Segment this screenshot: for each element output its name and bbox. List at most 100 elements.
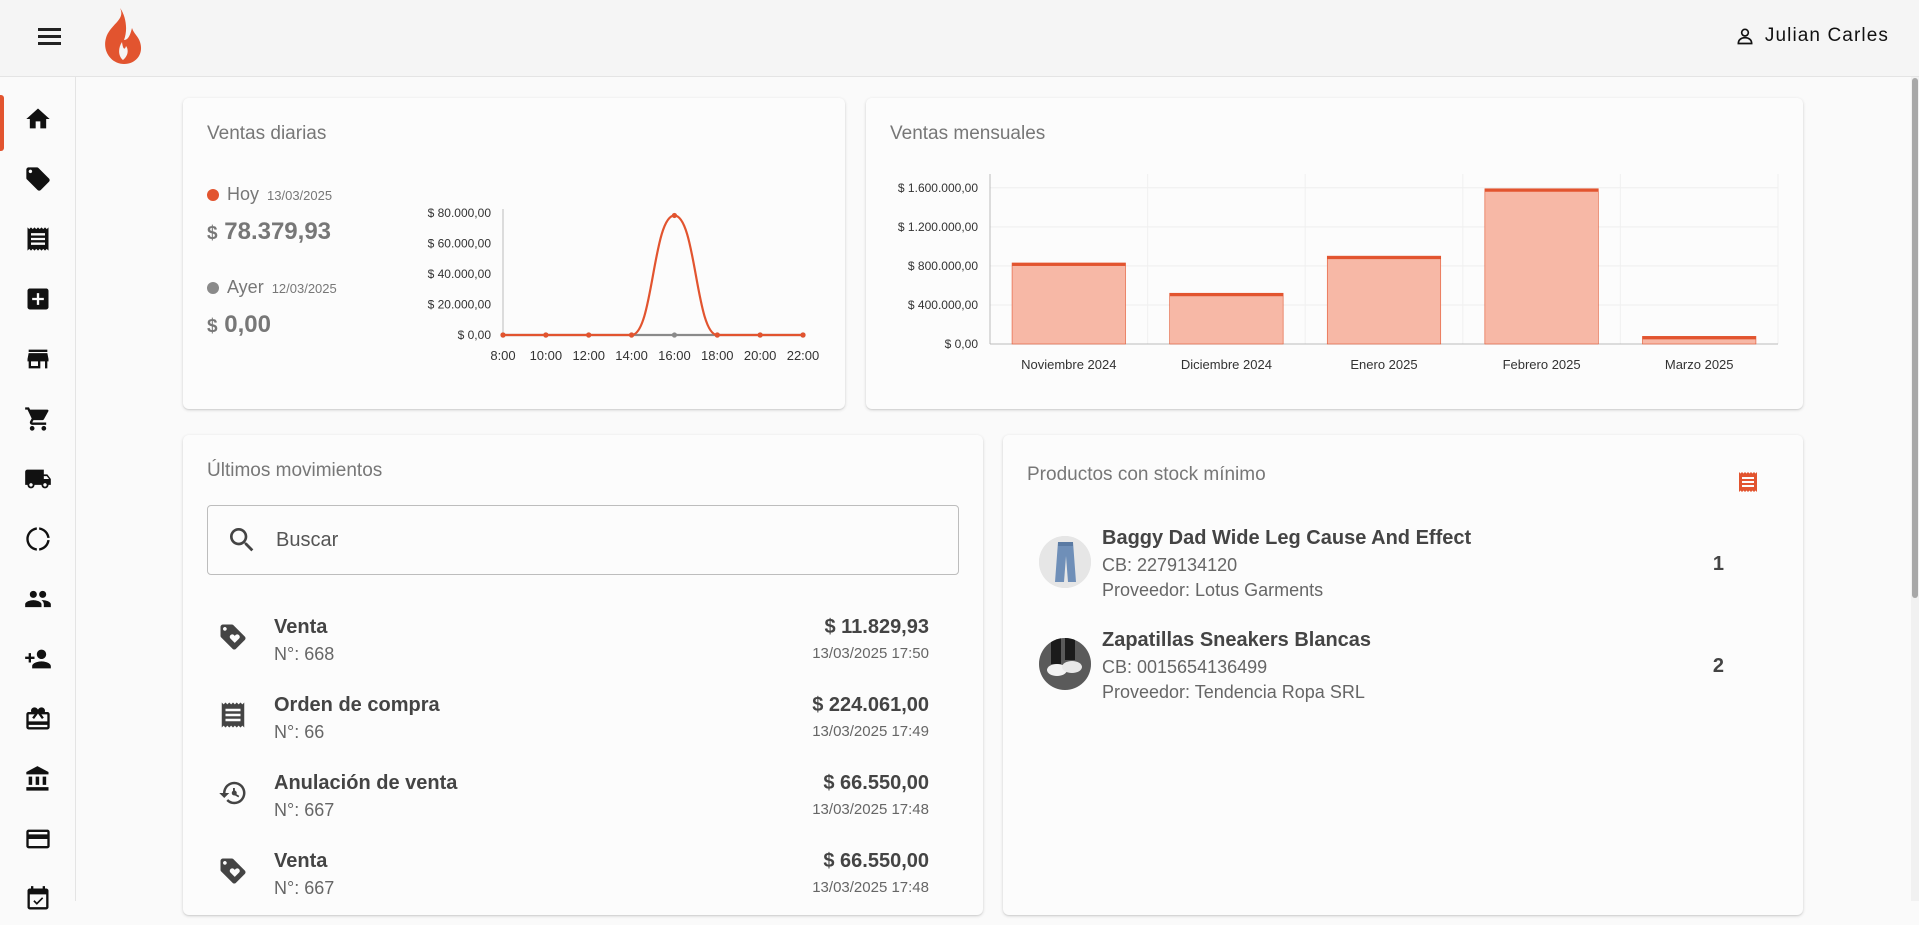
x-tick-label: Enero 2025 [1350, 357, 1417, 372]
nav-calendar[interactable] [0, 873, 76, 925]
movement-type: Anulación de venta [274, 772, 458, 794]
person-icon [1737, 28, 1753, 45]
data-point-ayer [671, 332, 678, 338]
bar-top-edge [1327, 256, 1441, 260]
flame-logo[interactable] [96, 6, 146, 68]
nav-add-user[interactable] [0, 633, 76, 685]
series-line-hoy [503, 214, 803, 337]
user-name: Julian Carles [1764, 25, 1889, 46]
product-name: Baggy Dad Wide Leg Cause And Effect [1102, 527, 1472, 549]
bar [1326, 255, 1442, 345]
movement-amount: $ 66.550,00 [823, 772, 929, 794]
product-row[interactable]: Zapatillas Sneakers Blancas CB: 00156541… [1027, 629, 1779, 729]
x-tick-label: 12:00 [572, 348, 605, 363]
x-tick-label: 18:00 [701, 348, 734, 363]
nav-store[interactable] [0, 333, 76, 385]
product-supplier: Proveedor: Lotus Garments [1102, 580, 1324, 600]
search-input[interactable] [276, 528, 876, 552]
giftcard-icon [26, 707, 50, 730]
nav-sales[interactable] [0, 153, 76, 205]
nav-payments[interactable] [0, 813, 76, 865]
report-icon[interactable] [1736, 470, 1760, 494]
product-supplier: Proveedor: Tendencia Ropa SRL [1102, 682, 1365, 702]
x-tick-label: 20:00 [744, 348, 777, 363]
x-tick-label: Diciembre 2024 [1181, 357, 1272, 372]
y-tick-label: $ 80.000,00 [428, 206, 492, 220]
truck-icon [25, 469, 51, 489]
movement-row[interactable]: Venta N°: 668 $ 11.829,93 13/03/2025 17:… [207, 612, 959, 684]
bar-top-edge [1484, 188, 1599, 192]
bank-icon [26, 766, 49, 791]
nav-customers[interactable] [0, 573, 76, 625]
nav-add[interactable] [0, 273, 76, 325]
data-point-hoy [500, 332, 506, 338]
top-app-bar: Julian Carles [0, 0, 1919, 77]
movement-type: Orden de compra [274, 694, 440, 716]
movement-date: 13/03/2025 17:48 [812, 879, 929, 896]
data-point-hoy [714, 332, 720, 338]
bar [1484, 188, 1599, 345]
nav-home[interactable] [0, 93, 76, 151]
movement-type: Venta [274, 616, 328, 638]
movement-amount: $ 11.829,93 [824, 616, 929, 638]
product-barcode: CB: 0015654136499 [1102, 657, 1268, 677]
product-name: Zapatillas Sneakers Blancas [1102, 629, 1372, 651]
data-point-hoy [800, 332, 806, 338]
movement-date: 13/03/2025 17:48 [812, 801, 929, 818]
search-field[interactable] [207, 505, 959, 575]
product-image-jeans [1039, 536, 1091, 588]
home-icon [26, 108, 50, 129]
add-box-icon [27, 288, 49, 310]
product-row[interactable]: Baggy Dad Wide Leg Cause And Effect CB: … [1027, 527, 1779, 627]
movements-title: Últimos movimientos [207, 460, 383, 481]
y-tick-label: $ 0,00 [945, 337, 979, 351]
bar-top-edge [1642, 336, 1756, 340]
bar-top-edge [1012, 262, 1126, 266]
movement-amount: $ 66.550,00 [823, 850, 929, 872]
bar [1169, 292, 1284, 345]
monthly-sales-card: Ventas mensuales $ 0,00 $ 400.000,00 $ 800… [866, 98, 1803, 409]
movement-type: Venta [274, 850, 328, 872]
data-point-hoy [671, 212, 678, 219]
daily-sales-chart: $ 0,00 $ 20.000,00 $ 40.000,00 $ 60.000,00 $… [428, 206, 820, 363]
movement-number: N°: 66 [274, 722, 325, 742]
menu-icon[interactable] [30, 24, 70, 54]
movement-row[interactable]: Venta N°: 667 $ 66.550,00 13/03/2025 17:… [207, 846, 959, 918]
data-point-hoy [543, 332, 549, 338]
donut-icon [26, 527, 50, 551]
movement-row[interactable]: Anulación de venta N°: 667 $ 66.550,00 1… [207, 768, 959, 840]
x-tick-label: 8:00 [490, 348, 515, 363]
movement-date: 13/03/2025 17:50 [812, 645, 929, 662]
nav-receipts[interactable] [0, 213, 76, 265]
y-tick-label: $ 1.200.000,00 [898, 220, 978, 234]
movement-number: N°: 668 [274, 644, 335, 664]
x-tick-label: 14:00 [615, 348, 648, 363]
y-tick-label: $ 400.000,00 [908, 298, 978, 312]
user-menu[interactable]: Julian Carles [1735, 22, 1889, 50]
data-point-hoy [586, 332, 592, 338]
sidebar [0, 77, 76, 910]
nav-reports[interactable] [0, 513, 76, 565]
receipt-icon [221, 702, 245, 728]
tag-icon [220, 624, 246, 650]
y-tick-label: $ 800.000,00 [908, 259, 978, 273]
restore-icon [219, 781, 246, 805]
product-qty: 2 [1712, 655, 1724, 677]
x-tick-label: 16:00 [658, 348, 691, 363]
nav-delivery[interactable] [0, 453, 76, 505]
x-tick-label: Febrero 2025 [1503, 357, 1581, 372]
nav-cart[interactable] [0, 393, 76, 445]
movement-number: N°: 667 [274, 800, 335, 820]
nav-gift[interactable] [0, 693, 76, 745]
x-tick-label: 22:00 [787, 348, 820, 363]
cart-icon [25, 407, 49, 431]
calendar-icon [27, 886, 49, 910]
search-icon [230, 528, 254, 552]
y-tick-label: $ 20.000,00 [428, 298, 492, 312]
scrollbar-thumb[interactable] [1912, 78, 1918, 598]
tag-icon [220, 858, 246, 884]
nav-bank[interactable] [0, 753, 76, 805]
movement-row[interactable]: Orden de compra N°: 66 $ 224.061,00 13/0… [207, 690, 959, 762]
product-qty: 1 [1712, 553, 1724, 575]
y-tick-label: $ 1.600.000,00 [898, 181, 978, 195]
